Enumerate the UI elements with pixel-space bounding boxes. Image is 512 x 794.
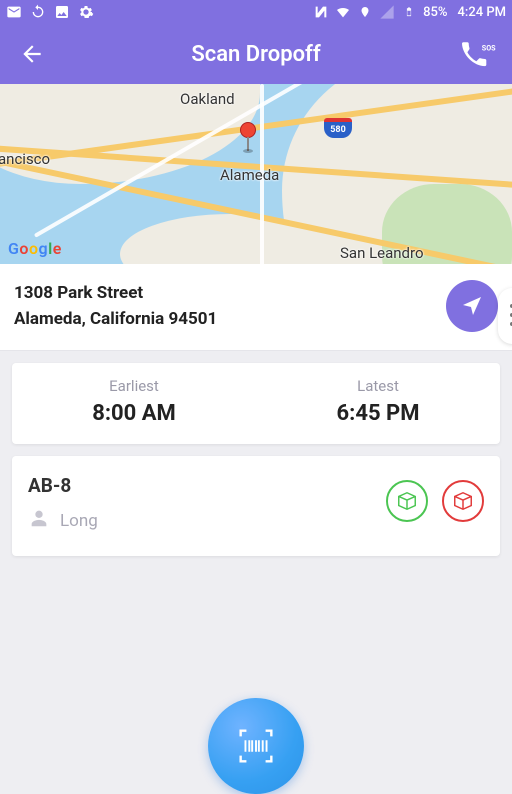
scan-barcode-button[interactable]	[208, 698, 304, 794]
page-title: Scan Dropoff	[0, 42, 512, 67]
status-bar: 85% 4:24 PM	[0, 0, 512, 24]
earliest-label: Earliest	[12, 377, 256, 395]
address-card: 1308 Park Street Alameda, California 945…	[0, 264, 512, 351]
earliest-col: Earliest 8:00 AM	[12, 377, 256, 426]
sos-button[interactable]: SOS	[460, 34, 500, 74]
phone-sos-icon: SOS	[462, 41, 498, 67]
package-card: AB-8 Long	[12, 456, 500, 556]
status-right: 85% 4:24 PM	[313, 4, 506, 20]
google-attribution: Google	[8, 239, 62, 258]
latest-value: 6:45 PM	[256, 401, 500, 426]
latest-col: Latest 6:45 PM	[256, 377, 500, 426]
map-label-oakland: Oakland	[180, 90, 235, 108]
time-window-card: Earliest 8:00 AM Latest 6:45 PM	[12, 363, 500, 444]
clock-text: 4:24 PM	[458, 5, 507, 20]
battery-text: 85%	[423, 5, 447, 20]
box-x-icon	[452, 490, 474, 512]
person-icon	[28, 507, 50, 534]
location-icon	[357, 4, 373, 20]
map-view[interactable]: Oakland Alameda ancisco San Leandro 580 …	[0, 84, 512, 264]
svg-text:SOS: SOS	[482, 43, 496, 52]
latest-label: Latest	[256, 377, 500, 395]
wifi-icon	[335, 4, 351, 20]
nfc-icon	[313, 4, 329, 20]
app-header: Scan Dropoff SOS	[0, 24, 512, 84]
package-code: AB-8	[28, 474, 98, 497]
map-label-sf: ancisco	[0, 150, 50, 168]
box-check-icon	[396, 490, 418, 512]
settings-icon	[78, 4, 94, 20]
map-label-sanleandro: San Leandro	[340, 244, 424, 262]
status-left	[6, 4, 94, 20]
earliest-value: 8:00 AM	[12, 401, 256, 426]
highway-shield: 580	[324, 118, 352, 138]
cell-icon	[379, 4, 395, 20]
address-line1: 1308 Park Street	[14, 283, 217, 303]
recipient-name: Long	[60, 511, 98, 531]
address-line2: Alameda, California 94501	[14, 309, 217, 329]
barcode-scan-icon	[233, 723, 279, 769]
package-fail-button[interactable]	[442, 480, 484, 522]
navigation-arrow-icon	[460, 294, 484, 318]
back-arrow-icon	[19, 41, 45, 67]
sync-icon	[30, 4, 46, 20]
back-button[interactable]	[12, 34, 52, 74]
battery-icon	[401, 4, 417, 20]
map-pin	[240, 122, 256, 153]
package-deliver-button[interactable]	[386, 480, 428, 522]
content-area: Earliest 8:00 AM Latest 6:45 PM AB-8 Lon…	[0, 351, 512, 568]
gmail-icon	[6, 4, 22, 20]
navigate-button[interactable]	[446, 280, 498, 332]
image-icon	[54, 4, 70, 20]
map-label-alameda: Alameda	[220, 166, 279, 184]
